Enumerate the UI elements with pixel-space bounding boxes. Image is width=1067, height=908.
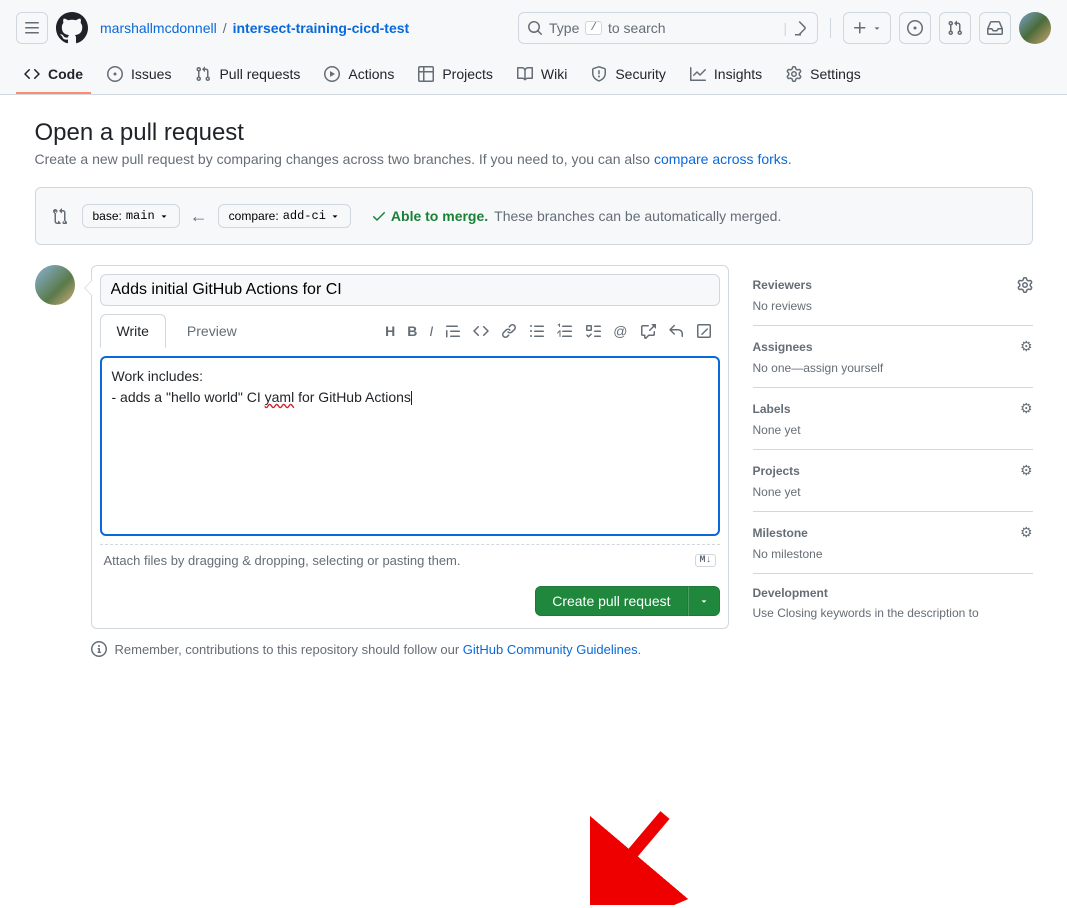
closing-keywords-link[interactable]: Closing keywords [777,606,871,620]
issue-opened-icon [907,20,923,36]
github-logo[interactable] [56,12,88,44]
diff-ignored-icon[interactable] [696,323,712,339]
pr-body-textarea[interactable]: Work includes: - adds a "hello world" CI… [100,356,720,536]
reply-icon[interactable] [668,323,684,339]
pr-composer: Write Preview H B I [91,265,729,629]
gear-icon[interactable]: ⚙ [1020,524,1033,541]
assign-yourself-link[interactable]: assign yourself [803,361,883,375]
issue-opened-icon [107,66,123,82]
tab-projects[interactable]: Projects [410,56,501,94]
text-cursor [411,391,412,405]
arrow-left-icon: ← [190,206,208,227]
sidebar-projects: Projects⚙ None yet [753,450,1033,512]
branch-compare-box: base: main ← compare: add-ci Able to mer… [35,187,1033,245]
tab-wiki[interactable]: Wiki [509,56,575,94]
cross-reference-icon[interactable] [640,323,656,339]
tab-pulls[interactable]: Pull requests [187,56,308,94]
gear-icon[interactable]: ⚙ [1020,400,1033,417]
gear-icon[interactable]: ⚙ [1004,338,1033,355]
play-icon [324,66,340,82]
info-icon [91,641,107,657]
triangle-down-icon [159,211,169,221]
bold-icon[interactable]: B [407,323,417,339]
tab-actions[interactable]: Actions [316,56,402,94]
attach-hint[interactable]: Attach files by dragging & dropping, sel… [100,544,720,570]
tab-preview[interactable]: Preview [170,314,254,348]
tab-settings[interactable]: Settings [778,56,869,94]
sidebar-development: Development Use Closing keywords in the … [753,574,1033,632]
code-icon [24,66,40,82]
tab-code[interactable]: Code [16,56,91,94]
issues-button[interactable] [899,12,931,44]
tab-write[interactable]: Write [100,314,166,348]
mention-icon[interactable]: @ [613,323,627,339]
create-pr-button[interactable]: Create pull request [535,586,687,616]
page-subtitle: Create a new pull request by comparing c… [35,151,1033,167]
pulls-button[interactable] [939,12,971,44]
shield-icon [591,66,607,82]
hamburger-button[interactable] [16,12,48,44]
sidebar: Reviewers No reviews Assignees⚙ No one—a… [753,265,1033,632]
compare-forks-link[interactable]: compare across forks [654,151,788,167]
merge-status: Able to merge. These branches can be aut… [371,208,781,224]
pr-title-input[interactable] [100,274,720,306]
triangle-down-icon [699,596,709,606]
sidebar-labels: Labels⚙ None yet [753,388,1033,450]
base-branch-selector[interactable]: base: main [82,204,180,228]
link-icon[interactable] [501,323,517,339]
compare-branch-selector[interactable]: compare: add-ci [218,204,351,228]
mark-github-icon [56,12,88,44]
graph-icon [690,66,706,82]
book-icon [517,66,533,82]
code-icon[interactable] [473,323,489,339]
italic-icon[interactable]: I [429,323,433,339]
git-pull-request-icon [195,66,211,82]
gear-icon [786,66,802,82]
create-pr-dropdown[interactable] [688,586,720,616]
heading-icon[interactable]: H [385,323,395,339]
tab-insights[interactable]: Insights [682,56,770,94]
tab-issues[interactable]: Issues [99,56,179,94]
gear-icon[interactable] [1017,277,1033,293]
tab-security[interactable]: Security [583,56,674,94]
table-icon [418,66,434,82]
git-compare-icon [52,208,68,224]
sidebar-milestone: Milestone⚙ No milestone [753,512,1033,574]
git-pull-request-icon [947,20,963,36]
three-bars-icon [24,20,40,36]
owner-link[interactable]: marshallmcdonnell [100,20,217,36]
contribution-note: Remember, contributions to this reposito… [91,641,729,657]
user-avatar[interactable] [1019,12,1051,44]
sidebar-assignees: Assignees⚙ No one—assign yourself [753,326,1033,388]
inbox-icon [987,20,1003,36]
guidelines-link[interactable]: GitHub Community Guidelines [463,642,638,657]
list-unordered-icon[interactable] [529,323,545,339]
triangle-down-icon [330,211,340,221]
plus-icon [852,20,868,36]
inbox-button[interactable] [979,12,1011,44]
quote-icon[interactable] [445,323,461,339]
repo-link[interactable]: intersect-training-cicd-test [233,20,410,36]
sidebar-reviewers: Reviewers No reviews [753,265,1033,326]
tasklist-icon[interactable] [585,323,601,339]
arrow-annotation [590,805,690,905]
search-icon [527,20,543,36]
search-input[interactable]: Type / to search | [518,12,818,44]
check-icon [371,208,387,224]
global-header: marshallmcdonnell / intersect-training-c… [0,0,1067,56]
gear-icon[interactable]: ⚙ [1020,462,1033,479]
repo-nav: Code Issues Pull requests Actions Projec… [0,56,1067,95]
create-new-button[interactable] [843,12,891,44]
page-title: Open a pull request [35,119,1033,147]
markdown-badge[interactable]: M↓ [695,554,715,567]
command-palette-icon [793,20,809,36]
breadcrumb: marshallmcdonnell / intersect-training-c… [100,20,409,36]
list-ordered-icon[interactable] [557,323,573,339]
md-toolbar: H B I @ [385,323,719,339]
author-avatar[interactable] [35,265,75,305]
triangle-down-icon [872,23,882,33]
